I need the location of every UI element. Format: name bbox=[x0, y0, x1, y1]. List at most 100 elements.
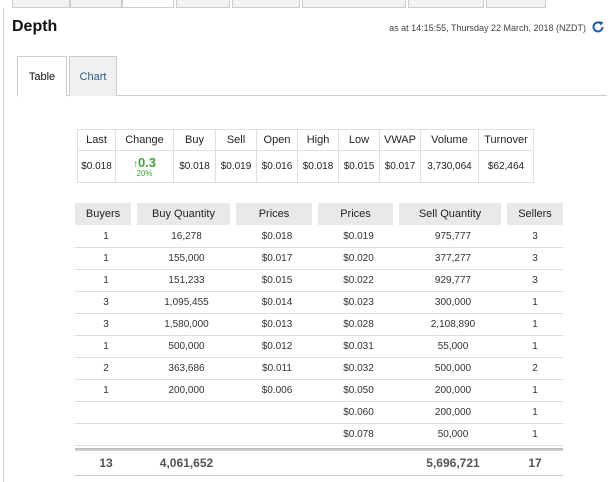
sellers-cell: 3 bbox=[507, 225, 563, 248]
timestamp: as at 14:15:55, Thursday 22 March, 2018 … bbox=[389, 23, 586, 33]
summary-header: Buy bbox=[173, 129, 216, 151]
buy-quantity-cell: 1,095,455 bbox=[137, 292, 236, 314]
total-sellers: 17 bbox=[507, 449, 563, 476]
buy-price-cell: $0.018 bbox=[236, 225, 318, 248]
sell-quantity-cell: 200,000 bbox=[399, 402, 507, 424]
sell-quantity-cell: 500,000 bbox=[399, 358, 507, 380]
buyers-cell: 2 bbox=[75, 358, 137, 380]
sell-price-cell: $0.078 bbox=[318, 424, 399, 446]
table-row: $0.078 50,000 1 bbox=[75, 424, 563, 446]
total-empty bbox=[318, 449, 399, 476]
view-tabs: Table Chart bbox=[17, 56, 607, 97]
sell-quantity-cell: 2,108,890 bbox=[399, 314, 507, 336]
sellers-cell: 1 bbox=[507, 380, 563, 402]
total-empty bbox=[236, 449, 318, 476]
sell-price-cell: $0.020 bbox=[318, 248, 399, 270]
buy-price-cell: $0.017 bbox=[236, 248, 318, 270]
buy-price-cell: $0.013 bbox=[236, 314, 318, 336]
sellers-cell: 2 bbox=[507, 358, 563, 380]
buy-quantity-cell bbox=[137, 402, 236, 424]
buy-quantity-cell: 500,000 bbox=[137, 336, 236, 358]
sell-price-cell: $0.023 bbox=[318, 292, 399, 314]
summary-open: $0.016 bbox=[256, 150, 298, 183]
buyers-cell bbox=[75, 424, 137, 446]
sell-quantity-cell: 300,000 bbox=[399, 292, 507, 314]
buy-price-cell: $0.015 bbox=[236, 270, 318, 292]
summary-volume: 3,730,064 bbox=[420, 150, 479, 183]
depth-header-buyers: Buyers bbox=[75, 203, 137, 225]
table-row: 1 500,000 $0.012 $0.031 55,000 1 bbox=[75, 336, 563, 358]
sellers-cell: 1 bbox=[507, 314, 563, 336]
buy-price-cell: $0.006 bbox=[236, 380, 318, 402]
buyers-cell: 3 bbox=[75, 314, 137, 336]
sell-price-cell: $0.050 bbox=[318, 380, 399, 402]
depth-header-sellers: Sellers bbox=[507, 203, 563, 225]
tab-table[interactable]: Table bbox=[17, 56, 67, 97]
top-tab[interactable] bbox=[232, 0, 300, 8]
top-tab[interactable] bbox=[12, 0, 70, 8]
sellers-cell: 3 bbox=[507, 270, 563, 292]
buy-price-cell bbox=[236, 424, 318, 446]
sell-quantity-cell: 975,777 bbox=[399, 225, 507, 248]
summary-buy: $0.018 bbox=[173, 150, 216, 183]
top-tab[interactable] bbox=[486, 0, 546, 8]
total-sell-quantity: 5,696,721 bbox=[399, 449, 507, 476]
total-buyers: 13 bbox=[75, 449, 137, 476]
tab-chart[interactable]: Chart bbox=[69, 56, 117, 96]
buy-price-cell: $0.014 bbox=[236, 292, 318, 314]
sell-quantity-cell: 929,777 bbox=[399, 270, 507, 292]
sellers-cell: 1 bbox=[507, 336, 563, 358]
buyers-cell: 1 bbox=[75, 380, 137, 402]
depth-table: Buyers Buy Quantity Prices Prices Sell Q… bbox=[75, 203, 563, 476]
summary-high: $0.018 bbox=[297, 150, 339, 183]
change-value: 0.3 bbox=[137, 155, 157, 170]
table-row: 1 155,000 $0.017 $0.020 377,277 3 bbox=[75, 248, 563, 270]
sell-price-cell: $0.032 bbox=[318, 358, 399, 380]
buyers-cell bbox=[75, 402, 137, 424]
buy-quantity-cell bbox=[137, 424, 236, 446]
top-tab[interactable] bbox=[408, 0, 484, 8]
total-buy-quantity: 4,061,652 bbox=[137, 449, 236, 476]
sell-price-cell: $0.060 bbox=[318, 402, 399, 424]
buy-quantity-cell: 155,000 bbox=[137, 248, 236, 270]
table-row: 1 16,278 $0.018 $0.019 975,777 3 bbox=[75, 225, 563, 248]
depth-header-buy-quantity: Buy Quantity bbox=[137, 203, 236, 225]
summary-header: Low bbox=[338, 129, 380, 151]
depth-header-sell-quantity: Sell Quantity bbox=[399, 203, 507, 225]
buyers-cell: 3 bbox=[75, 292, 137, 314]
summary-header: Turnover bbox=[478, 129, 534, 151]
sell-price-cell: $0.022 bbox=[318, 270, 399, 292]
top-tab-strip bbox=[0, 0, 610, 8]
top-tab[interactable] bbox=[70, 0, 122, 8]
change-percent: 20% bbox=[136, 169, 153, 178]
summary-vwap: $0.017 bbox=[379, 150, 421, 183]
depth-header-buy-prices: Prices bbox=[236, 203, 318, 225]
summary-table: Last Change Buy Sell Open High Low VWAP … bbox=[77, 129, 534, 183]
buy-price-cell bbox=[236, 402, 318, 424]
sellers-cell: 1 bbox=[507, 292, 563, 314]
refresh-icon[interactable] bbox=[591, 20, 605, 34]
top-tab[interactable] bbox=[302, 0, 406, 8]
sell-quantity-cell: 50,000 bbox=[399, 424, 507, 446]
buy-quantity-cell: 200,000 bbox=[137, 380, 236, 402]
table-row: 1 151,233 $0.015 $0.022 929,777 3 bbox=[75, 270, 563, 292]
summary-header: Change bbox=[115, 129, 174, 151]
sellers-cell: 3 bbox=[507, 248, 563, 270]
depth-header-sell-prices: Prices bbox=[318, 203, 399, 225]
totals-row: 13 4,061,652 5,696,721 17 bbox=[75, 449, 563, 476]
page-title: Depth bbox=[12, 18, 58, 35]
table-row: 3 1,095,455 $0.014 $0.023 300,000 1 bbox=[75, 292, 563, 314]
buy-quantity-cell: 363,686 bbox=[137, 358, 236, 380]
sellers-cell: 1 bbox=[507, 402, 563, 424]
table-row: $0.060 200,000 1 bbox=[75, 402, 563, 424]
top-tab[interactable] bbox=[176, 0, 230, 8]
summary-low: $0.015 bbox=[338, 150, 380, 183]
summary-change: ↑0.3 20% bbox=[115, 150, 174, 183]
summary-header: Last bbox=[77, 129, 116, 151]
top-tab[interactable] bbox=[122, 0, 174, 8]
summary-header: Volume bbox=[420, 129, 479, 151]
summary-header: Sell bbox=[215, 129, 257, 151]
sell-price-cell: $0.031 bbox=[318, 336, 399, 358]
buyers-cell: 1 bbox=[75, 248, 137, 270]
buyers-cell: 1 bbox=[75, 336, 137, 358]
